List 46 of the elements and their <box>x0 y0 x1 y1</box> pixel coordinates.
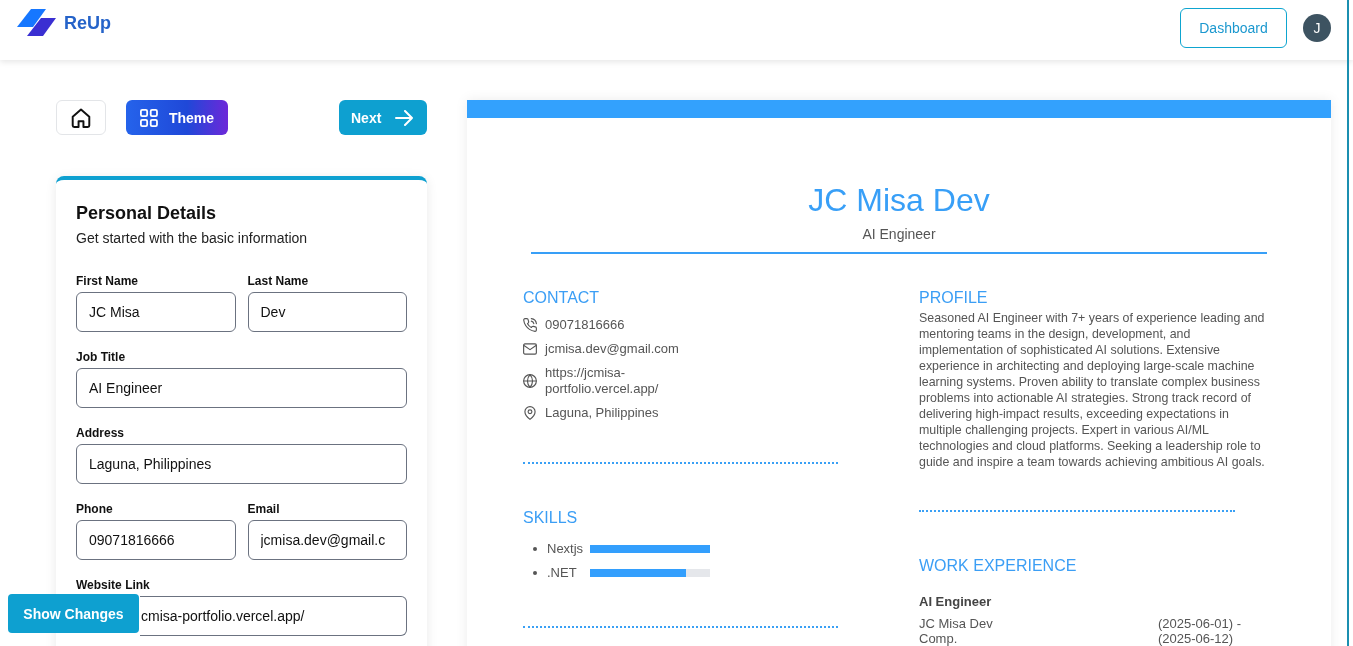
section-heading: WORK EXPERIENCE <box>919 556 1077 576</box>
form-subtitle: Get started with the basic information <box>76 229 309 248</box>
bullet-icon <box>533 571 537 575</box>
contact-text: jcmisa.dev@gmail.com <box>545 341 679 357</box>
home-button[interactable] <box>56 100 106 135</box>
contact-text: https://jcmisa-portfolio.vercel.app/ <box>545 365 660 397</box>
text-input[interactable]: JC Misa <box>76 292 236 332</box>
field-label: Phone <box>76 501 114 517</box>
text-input[interactable]: Dev <box>247 292 407 332</box>
avatar[interactable]: J <box>1303 14 1331 42</box>
contact-text: Laguna, Philippines <box>545 405 659 421</box>
skill-name: Nextjs <box>547 541 585 557</box>
globe-icon <box>523 374 537 388</box>
section-heading: PROFILE <box>919 288 988 308</box>
section-heading: CONTACT <box>523 288 600 308</box>
bullet-icon <box>533 547 537 551</box>
text-input[interactable]: cmisa-portfolio.vercel.app/ <box>140 596 407 636</box>
field-label: Address <box>76 425 126 441</box>
arrow-right-icon <box>395 109 414 126</box>
text-input[interactable]: Laguna, Philippines <box>76 444 407 484</box>
text-input[interactable]: jcmisa.dev@gmail.c <box>247 520 407 560</box>
form-title: Personal Details <box>76 202 218 225</box>
theme-button[interactable]: Theme <box>126 100 228 135</box>
field-label: Last Name <box>247 273 310 289</box>
text-input[interactable]: AI Engineer <box>76 368 407 408</box>
date-range: (2025-06-01) - (2025-06-12) <box>1158 616 1243 646</box>
field-label: Website Link <box>76 577 151 593</box>
contact-text: 09071816666 <box>545 317 625 333</box>
mail-icon <box>523 342 537 356</box>
field-label: First Name <box>76 273 140 289</box>
company-name: JC Misa Dev Comp. <box>919 616 994 646</box>
text-input[interactable]: 09071816666 <box>76 520 236 560</box>
grid-icon <box>140 107 158 128</box>
section-heading: SKILLS <box>523 508 578 528</box>
skill-name: .NET <box>547 565 578 581</box>
home-icon <box>71 107 91 128</box>
resume-job-title: AI Engineer <box>861 225 937 244</box>
phone-icon <box>523 318 537 332</box>
job-role: AI Engineer <box>919 594 993 610</box>
logo-icon <box>17 9 56 36</box>
logo-text: ReUp <box>64 11 111 35</box>
location-pin-icon <box>523 406 537 420</box>
field-label: Job Title <box>76 349 127 365</box>
resume-name: JC Misa Dev <box>807 181 991 220</box>
field-label: Email <box>247 501 281 517</box>
profile-text: Seasoned AI Engineer with 7+ years of experience leading and mentoring teams in the design, development, and implementation of sophisticated AI solutions. Extensive experience in architecting and deploying large-scale machine learning systems. Proven ability to translate complex business problems into actionable AI strategies. Strong track record of delivering high-impact results, exceeding expectations in multiple challenging projects. Expert in various AI/ML technologies and cloud platforms. Seeking a leadership role to guide and inspire a team towards achieving ambitious AI goals. <box>919 310 1266 470</box>
